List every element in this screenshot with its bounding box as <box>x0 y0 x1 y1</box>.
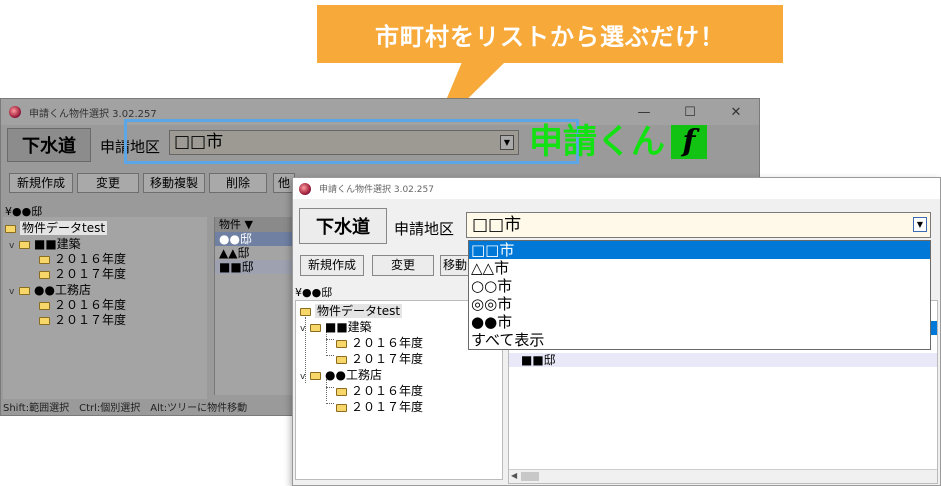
folder-icon <box>39 271 50 279</box>
callout-text: 市町村をリストから選ぶだけ！ <box>375 22 725 51</box>
back-new-button[interactable]: 新規作成 <box>9 173 73 193</box>
dropdown-option[interactable]: ◎◎市 <box>469 295 930 313</box>
district-select[interactable]: □□市 ▼ <box>466 212 931 238</box>
list-header[interactable]: 物件 ▼ <box>215 217 304 232</box>
path-label: ¥●●邸 <box>295 286 333 299</box>
tree-root[interactable]: 物件データtest <box>5 219 108 236</box>
folder-icon <box>5 225 16 233</box>
list-item[interactable]: ●●邸 <box>215 232 304 246</box>
logo-f: f <box>671 125 707 159</box>
list-item[interactable]: ▲▲邸 <box>215 246 304 260</box>
tree-leaf[interactable]: ２０１７年度 <box>336 350 423 367</box>
chevron-down-icon[interactable]: v <box>9 241 19 251</box>
new-button[interactable]: 新規作成 <box>300 255 364 276</box>
tree-leaf[interactable]: ２０１７年度 <box>336 398 423 415</box>
close-button[interactable]: ✕ <box>713 105 759 120</box>
folder-icon <box>39 317 50 325</box>
logo-text: 申請くん <box>529 122 665 162</box>
chevron-down-icon[interactable]: ▼ <box>913 217 927 232</box>
front-window-title: 申請くん物件選択 3.02.257 <box>319 185 434 195</box>
folder-icon <box>336 356 347 364</box>
tree-group[interactable]: v ●●工務店 <box>300 366 382 383</box>
folder-icon <box>336 340 347 348</box>
front-titlebar: 申請くん物件選択 3.02.257 <box>293 178 940 199</box>
dropdown-option[interactable]: □□市 <box>469 241 930 259</box>
tree-root[interactable]: 物件データtest <box>300 302 403 319</box>
move-button[interactable]: 移動 <box>440 255 470 276</box>
tree-leaf[interactable]: ２０１７年度 <box>39 265 126 282</box>
folder-icon <box>310 372 321 380</box>
minimize-button[interactable]: — <box>621 105 667 120</box>
scrollbar-thumb[interactable] <box>521 472 539 481</box>
callout-banner: 市町村をリストから選ぶだけ！ <box>317 5 783 63</box>
chevron-down-icon[interactable]: v <box>9 287 19 297</box>
app-icon <box>299 182 311 195</box>
foreground-window: 申請くん物件選択 3.02.257 下水道 申請地区 □□市 ▼ □□市 △△市… <box>292 177 941 486</box>
tree-leaf[interactable]: ２０１６年度 <box>336 382 423 399</box>
folder-icon <box>19 287 30 295</box>
horizontal-scrollbar[interactable]: ◀ <box>509 469 937 483</box>
chevron-down-icon[interactable]: v <box>300 372 310 382</box>
maximize-button[interactable]: ☐ <box>667 105 713 120</box>
highlight-frame <box>124 119 579 164</box>
back-window-title: 申請くん物件選択 3.02.257 <box>29 108 157 120</box>
folder-icon <box>300 308 311 316</box>
district-dropdown-list[interactable]: □□市 △△市 ○○市 ◎◎市 ●●市 すべて表示 <box>468 240 931 350</box>
folder-icon <box>39 256 50 264</box>
dropdown-option[interactable]: △△市 <box>469 259 930 277</box>
folder-icon <box>310 324 321 332</box>
change-button[interactable]: 変更 <box>372 255 434 276</box>
list-item[interactable]: ■■邸 <box>215 260 304 274</box>
back-change-button[interactable]: 変更 <box>77 173 139 193</box>
folder-icon <box>39 302 50 310</box>
kind-button[interactable]: 下水道 <box>299 208 387 244</box>
dropdown-option[interactable]: ●●市 <box>469 313 930 331</box>
district-value: □□市 <box>472 215 522 235</box>
back-kind-button[interactable]: 下水道 <box>7 128 91 162</box>
back-move-copy-button[interactable]: 移動複製 <box>143 173 205 193</box>
status-bar: Shift:範囲選択 Ctrl:個別選択 Alt:ツリーに物件移動 <box>3 403 248 414</box>
folder-icon <box>336 388 347 396</box>
tree-leaf[interactable]: ２０１６年度 <box>336 334 423 351</box>
tree-group[interactable]: v ■■建築 <box>300 318 372 335</box>
back-delete-button[interactable]: 削除 <box>209 173 267 193</box>
app-icon <box>9 106 21 118</box>
chevron-down-icon[interactable]: v <box>300 324 310 334</box>
chevron-left-icon[interactable]: ◀ <box>511 471 517 480</box>
folder-icon <box>19 241 30 249</box>
app-logo: 申請くん f <box>529 123 707 161</box>
district-label: 申請地区 <box>394 220 455 238</box>
tree-leaf[interactable]: ２０１７年度 <box>39 311 126 328</box>
list-item[interactable]: ■■邸 <box>509 353 937 367</box>
dropdown-option[interactable]: ○○市 <box>469 277 930 295</box>
back-tree[interactable]: 物件データtest v ■■建築 ２０１６年度 ２０１７年度 v ●●工務店 ２０１… <box>3 217 207 399</box>
back-list[interactable]: 物件 ▼ ●●邸 ▲▲邸 ■■邸 <box>214 217 304 395</box>
dropdown-option-show-all[interactable]: すべて表示 <box>469 331 930 349</box>
folder-icon <box>336 404 347 412</box>
